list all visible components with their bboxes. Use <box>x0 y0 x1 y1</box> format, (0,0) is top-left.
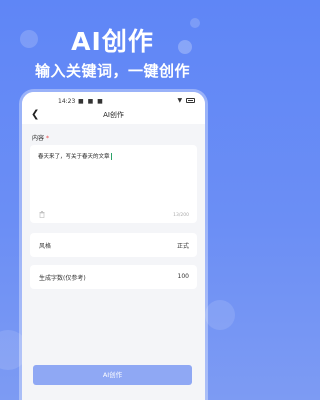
content-label-text: 内容 <box>32 135 45 142</box>
page-title: AI创作 <box>103 111 124 119</box>
trash-icon[interactable] <box>39 211 45 218</box>
word-count-field[interactable]: 生成字数(仅参考) 100 <box>30 265 197 289</box>
content-value: 春天来了，写关于春天的文章 <box>38 154 110 160</box>
status-time: 14:23 <box>58 98 76 105</box>
notification-icons: ■ ■ ■ <box>78 98 104 105</box>
content-input[interactable]: 春天来了，写关于春天的文章 <box>38 152 112 160</box>
nav-bar: ❮ AI创作 <box>22 106 205 124</box>
decor-circle <box>205 300 235 330</box>
word-count-value[interactable]: 100 <box>178 273 189 280</box>
promo-title: AI创作 <box>71 27 154 56</box>
word-count-label: 生成字数(仅参考) <box>39 275 86 282</box>
promo-subtitle: 输入关键词，一键创作 <box>34 62 190 80</box>
ai-create-button[interactable]: AI创作 <box>33 365 192 385</box>
style-selector[interactable]: 风格 正式 <box>30 233 197 257</box>
phone-frame: 14:23 ■ ■ ■ ▼ ❮ AI创作 内容 * 春天来了，写关于春天的文章 1… <box>22 92 205 400</box>
required-mark: * <box>46 135 50 142</box>
text-cursor <box>110 153 112 160</box>
status-right: ▼ <box>177 97 195 104</box>
style-value[interactable]: 正式 <box>177 241 189 250</box>
content-textarea[interactable]: 春天来了，写关于春天的文章 13/200 <box>30 145 197 223</box>
content-label: 内容 * <box>32 133 49 142</box>
char-count: 13/200 <box>173 213 189 218</box>
style-label: 风格 <box>39 243 52 250</box>
wifi-icon: ▼ <box>177 97 183 104</box>
battery-icon <box>186 98 195 103</box>
status-bar: 14:23 ■ ■ ■ ▼ <box>22 92 205 106</box>
